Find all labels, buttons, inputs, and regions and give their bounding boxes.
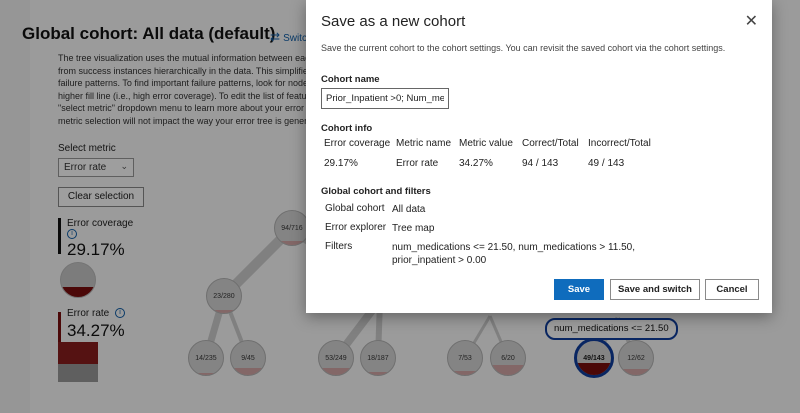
global-cohort-key: Global cohort (325, 203, 385, 214)
save-button[interactable]: Save (554, 279, 604, 300)
node-label: 9/45 (241, 355, 255, 363)
dialog-title: Save as a new cohort (321, 13, 466, 30)
dialog-subtitle: Save the current cohort to the cohort se… (321, 43, 726, 53)
filters-value: num_medications <= 21.50, num_medication… (392, 241, 635, 267)
node-label: 49/143 (583, 355, 605, 363)
cohort-info-value: 49 / 143 (588, 158, 625, 169)
error-explorer-key: Error explorer (325, 222, 387, 233)
save-and-switch-button[interactable]: Save and switch (610, 279, 700, 300)
cohort-info-label: Cohort info (321, 123, 373, 134)
node-label: 94/716 (281, 225, 303, 233)
cohort-info-header: Metric name (396, 138, 452, 149)
cohort-info-header: Error coverage (324, 138, 391, 149)
cohort-info-header: Metric value (459, 138, 513, 149)
node-label: 53/249 (325, 355, 347, 363)
filters-value-line: num_medications <= 21.50, num_medication… (392, 242, 636, 253)
cohort-info-value: 34.27% (459, 158, 493, 169)
cohort-info-value: Error rate (396, 158, 439, 169)
cohort-info-value: 94 / 143 (522, 158, 559, 169)
cohort-name-input[interactable] (321, 88, 449, 109)
filters-value-line: prior_inpatient > 0.00 (392, 255, 487, 266)
node-label: 14/235 (195, 355, 217, 363)
cancel-button[interactable]: Cancel (705, 279, 759, 300)
close-icon[interactable]: ✕ (745, 11, 758, 31)
error-explorer-value: Tree map (392, 223, 435, 234)
node-label: 12/62 (627, 355, 645, 363)
save-cohort-dialog: Save as a new cohort ✕ Save the current … (306, 0, 772, 313)
cohort-info-header: Correct/Total (522, 138, 579, 149)
node-label: 6/20 (501, 355, 515, 363)
cohort-info-header: Incorrect/Total (588, 138, 651, 149)
cohort-info-value: 29.17% (324, 158, 358, 169)
cohort-name-label: Cohort name (321, 74, 380, 85)
node-label: 18/187 (367, 355, 389, 363)
filters-key: Filters (325, 241, 353, 252)
node-label: 7/53 (458, 355, 472, 363)
global-cohort-value: All data (392, 204, 426, 215)
node-label: 23/280 (213, 293, 235, 301)
global-cohort-section-label: Global cohort and filters (321, 186, 431, 197)
